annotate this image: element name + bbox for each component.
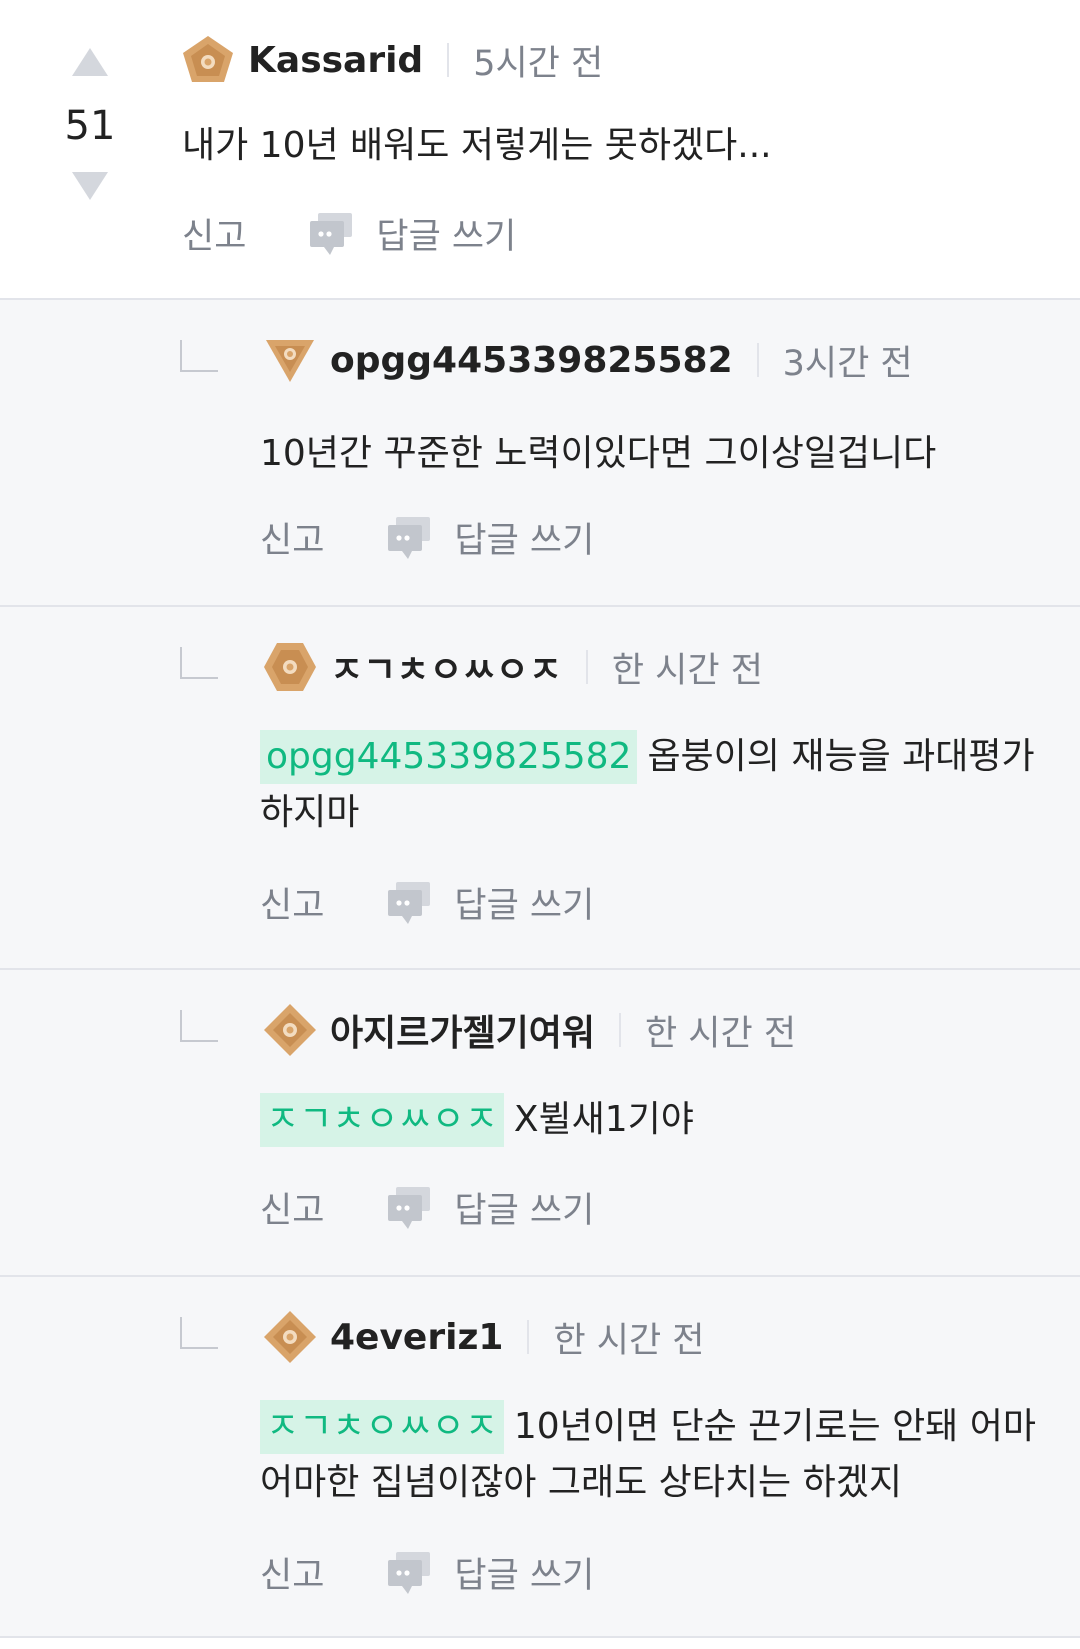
timestamp: 5시간 전: [473, 43, 604, 84]
username[interactable]: 4everiz1: [330, 1317, 503, 1358]
mention-tag[interactable]: ㅈㄱㅊㅇㅆㅇㅈ: [260, 1093, 504, 1147]
comment-header: Kassarid 5시간 전: [180, 30, 603, 90]
comment-actions: 신고 답글 쓰기: [182, 208, 516, 258]
reply-button[interactable]: 답글 쓰기: [386, 877, 594, 928]
downvote-icon[interactable]: [72, 172, 108, 200]
comment-actions: 신고 답글 쓰기: [260, 1182, 594, 1232]
reply-icon: [388, 1552, 431, 1594]
reply-comment: 아지르가젤기여워 한 시간 전 ㅈㄱㅊㅇㅆㅇㅈ X뷜새1기야 신고 답글 쓰기: [0, 970, 1080, 1277]
reply-button[interactable]: 답글 쓰기: [308, 208, 516, 259]
comment: 51 Kassarid 5시간 전 내가 10년 배워도 저렇게는 못하겠다..…: [0, 0, 1080, 300]
pentagon-rank-icon: [180, 32, 236, 88]
comment-text: ㅈㄱㅊㅇㅆㅇㅈ 10년이면 단순 끈기로는 안돼 어마어마한 집념이잖아 그래도 …: [260, 1399, 1050, 1511]
reply-icon: [388, 517, 431, 559]
divider: [527, 1320, 530, 1354]
hexagon-rank-icon: [262, 639, 318, 695]
username[interactable]: ㅈㄱㅊㅇㅆㅇㅈ: [330, 641, 562, 693]
comment-actions: 신고 답글 쓰기: [260, 877, 594, 927]
comment-header: ㅈㄱㅊㅇㅆㅇㅈ 한 시간 전: [262, 637, 763, 697]
timestamp: 한 시간 전: [611, 650, 763, 691]
divider: [756, 343, 759, 377]
report-button[interactable]: 신고: [260, 877, 324, 928]
reply-comment: ㅈㄱㅊㅇㅆㅇㅈ 한 시간 전 opgg445339825582 옵붕이의 재능을 …: [0, 607, 1080, 970]
comment-header: 4everiz1 한 시간 전: [262, 1307, 705, 1367]
reply-indent-mark: [180, 1010, 218, 1042]
comment-text: opgg445339825582 옵붕이의 재능을 과대평가 하지마: [260, 729, 1050, 841]
reply-button[interactable]: 답글 쓰기: [386, 512, 594, 563]
diamond-rank-icon: [262, 1002, 318, 1058]
report-button[interactable]: 신고: [260, 1182, 324, 1233]
report-button[interactable]: 신고: [260, 512, 324, 563]
username[interactable]: opgg445339825582: [330, 340, 733, 381]
reply-comment: opgg445339825582 3시간 전 10년간 꾸준한 노력이있다면 그…: [0, 300, 1080, 607]
upvote-icon[interactable]: [72, 48, 108, 76]
comment-body: X뷜새1기야: [513, 1099, 694, 1140]
comment-text: ㅈㄱㅊㅇㅆㅇㅈ X뷜새1기야: [260, 1092, 1050, 1148]
reply-indent-mark: [180, 1317, 218, 1349]
reply-comment: 4everiz1 한 시간 전 ㅈㄱㅊㅇㅆㅇㅈ 10년이면 단순 끈기로는 안돼 …: [0, 1277, 1080, 1638]
comment-header: opgg445339825582 3시간 전: [262, 330, 913, 390]
reply-indent-mark: [180, 340, 218, 372]
divider: [585, 650, 588, 684]
reply-icon: [310, 213, 353, 255]
comment-text: 10년간 꾸준한 노력이있다면 그이상일겁니다: [260, 433, 937, 474]
reply-icon: [388, 882, 431, 924]
timestamp: 한 시간 전: [553, 1320, 705, 1361]
username[interactable]: Kassarid: [248, 40, 423, 81]
report-button[interactable]: 신고: [182, 208, 246, 259]
diamond-rank-icon: [262, 1309, 318, 1365]
divider: [447, 43, 450, 77]
timestamp: 3시간 전: [782, 343, 913, 384]
reply-label: 답글 쓰기: [454, 520, 595, 561]
vote-control: 51: [60, 40, 120, 200]
reply-label: 답글 쓰기: [454, 1190, 595, 1231]
mention-tag[interactable]: ㅈㄱㅊㅇㅆㅇㅈ: [260, 1400, 504, 1454]
comment-text: 내가 10년 배워도 저렇게는 못하겠다...: [182, 125, 772, 166]
reply-button[interactable]: 답글 쓰기: [386, 1182, 594, 1233]
reply-label: 답글 쓰기: [454, 885, 595, 926]
report-button[interactable]: 신고: [260, 1547, 324, 1598]
vote-count: 51: [64, 103, 116, 149]
username[interactable]: 아지르가젤기여워: [330, 1004, 595, 1056]
reply-indent-mark: [180, 647, 218, 679]
comment-actions: 신고 답글 쓰기: [260, 512, 594, 562]
reply-button[interactable]: 답글 쓰기: [386, 1547, 594, 1598]
divider: [618, 1013, 621, 1047]
reply-label: 답글 쓰기: [376, 216, 517, 257]
reply-label: 답글 쓰기: [454, 1555, 595, 1596]
comment-actions: 신고 답글 쓰기: [260, 1547, 594, 1597]
timestamp: 한 시간 전: [644, 1013, 797, 1054]
triangle-rank-icon: [262, 332, 318, 388]
comment-header: 아지르가젤기여워 한 시간 전: [262, 1000, 796, 1060]
reply-icon: [388, 1187, 431, 1229]
mention-tag[interactable]: opgg445339825582: [260, 730, 638, 784]
